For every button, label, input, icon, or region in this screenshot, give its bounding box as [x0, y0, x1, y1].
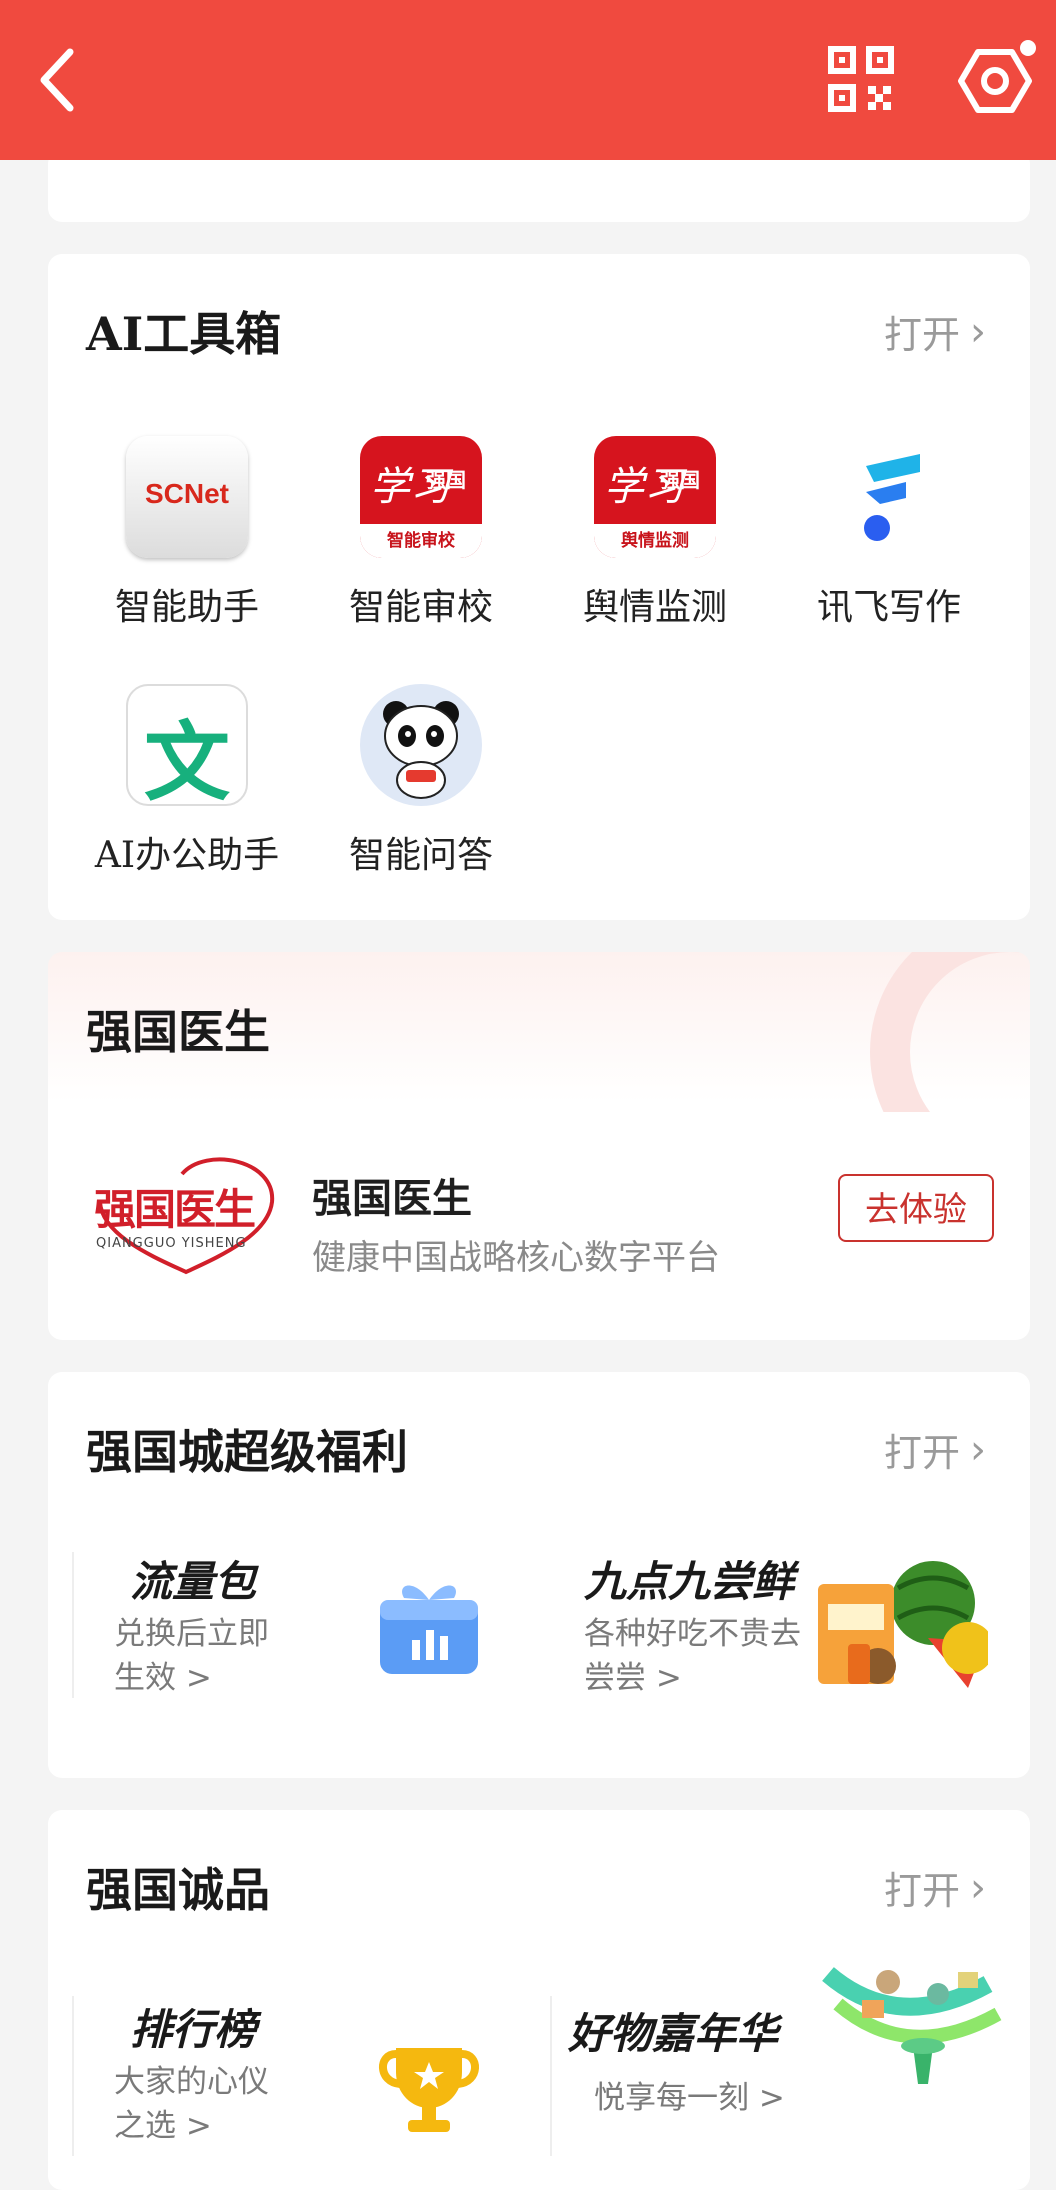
- carnival-image: [822, 1967, 1002, 2084]
- chevron-right-icon: ›: [970, 308, 986, 355]
- wen-icon: 文: [126, 684, 248, 806]
- tool-label: 智能问答: [348, 835, 493, 876]
- panda-icon: [360, 684, 482, 806]
- tool-item-office[interactable]: 文 AI办公助手: [72, 684, 302, 878]
- chengpin-card: 强国诚品 打开 › 排行榜 大家的心仪之选 > 好物嘉年华 悦享每一刻 >: [48, 1810, 1030, 2190]
- chevron-right-icon: ›: [970, 1864, 986, 1911]
- qr-code-icon[interactable]: [828, 46, 894, 112]
- xuexi-monitor-icon: 学习 强国 舆情监测: [594, 436, 716, 558]
- ai-toolbox-card: AI工具箱 打开 › SCNet 智能助手 学习 强国 智能审校 智能审校 学习 强国…: [48, 254, 1030, 920]
- promo-subtitle: 大家的心仪之选 >: [114, 2064, 269, 2144]
- card-title: 强国诚品: [86, 1863, 270, 1917]
- promo-title: 九点九尝鲜: [584, 1557, 795, 1606]
- open-label: 打开: [883, 1431, 960, 1475]
- promo-title: 好物嘉年华: [568, 2009, 779, 2058]
- card-title: AI工具箱: [86, 307, 282, 361]
- promo-title: 排行榜: [130, 2005, 257, 2054]
- top-bar: [0, 0, 1056, 160]
- xunfei-icon: [828, 436, 950, 558]
- promo-data-pack[interactable]: 流量包 兑换后立即生效 >: [84, 1548, 514, 1718]
- promo-fresh[interactable]: 九点九尝鲜 各种好吃不贵去尝尝 >: [548, 1548, 1008, 1718]
- chevron-right-icon: ›: [970, 1426, 986, 1473]
- chevron-left-icon[interactable]: [34, 44, 82, 116]
- scnet-icon: SCNet: [126, 436, 248, 558]
- tool-label: AI办公助手: [94, 835, 280, 876]
- decor-ring: [870, 952, 1030, 1112]
- promo-subtitle: 兑换后立即生效 >: [114, 1616, 269, 1696]
- mall-card: 强国城超级福利 打开 › 流量包 兑换后立即生效 > 九点九尝鲜 各种好吃不贵去尝…: [48, 1372, 1030, 1778]
- open-link[interactable]: 打开 ›: [884, 1860, 986, 1915]
- card-title: 强国医生: [86, 1005, 270, 1059]
- doctor-card: 强国医生 强国医生 QIANGGUO YISHENG 强国医生 健康中国战略核心…: [48, 952, 1030, 1340]
- tool-label: 智能助手: [114, 587, 259, 628]
- tool-item-assistant[interactable]: SCNet 智能助手: [72, 436, 302, 630]
- open-label: 打开: [883, 313, 960, 357]
- promo-carnival[interactable]: 好物嘉年华 悦享每一刻 >: [558, 1960, 1018, 2180]
- tool-label: 舆情监测: [582, 587, 727, 628]
- divider: [72, 1552, 74, 1698]
- promo-title: 流量包: [130, 1557, 257, 1606]
- tool-label: 智能审校: [348, 587, 493, 628]
- divider: [550, 1996, 552, 2156]
- doctor-app-name: 强国医生: [312, 1175, 472, 1222]
- tool-label: 讯飞写作: [816, 587, 961, 628]
- doctor-logo: 强国医生 QIANGGUO YISHENG: [86, 1150, 298, 1280]
- promo-ranking[interactable]: 排行榜 大家的心仪之选 >: [84, 1996, 514, 2166]
- tool-item-review[interactable]: 学习 强国 智能审校 智能审校: [306, 436, 536, 630]
- previous-card: [48, 150, 1030, 222]
- open-link[interactable]: 打开 ›: [884, 1422, 986, 1477]
- fruit-image: [818, 1561, 988, 1688]
- trophy-icon: [379, 2048, 479, 2132]
- promo-subtitle: 悦享每一刻 >: [594, 2080, 785, 2116]
- tool-item-xunfei[interactable]: 讯飞写作: [774, 436, 1004, 630]
- card-title: 强国城超级福利: [86, 1425, 408, 1479]
- open-label: 打开: [883, 1869, 960, 1913]
- promo-subtitle: 各种好吃不贵去尝尝 >: [584, 1616, 801, 1696]
- doctor-app-desc: 健康中国战略核心数字平台: [312, 1238, 720, 1278]
- tool-item-monitor[interactable]: 学习 强国 舆情监测 舆情监测: [540, 436, 770, 630]
- settings-icon[interactable]: [956, 40, 1040, 120]
- try-button[interactable]: 去体验: [838, 1174, 994, 1242]
- divider: [72, 1996, 74, 2156]
- tool-item-qa[interactable]: 智能问答: [306, 684, 536, 878]
- xuexi-review-icon: 学习 强国 智能审校: [360, 436, 482, 558]
- open-link[interactable]: 打开 ›: [884, 304, 986, 359]
- gift-box-icon: [380, 1585, 478, 1674]
